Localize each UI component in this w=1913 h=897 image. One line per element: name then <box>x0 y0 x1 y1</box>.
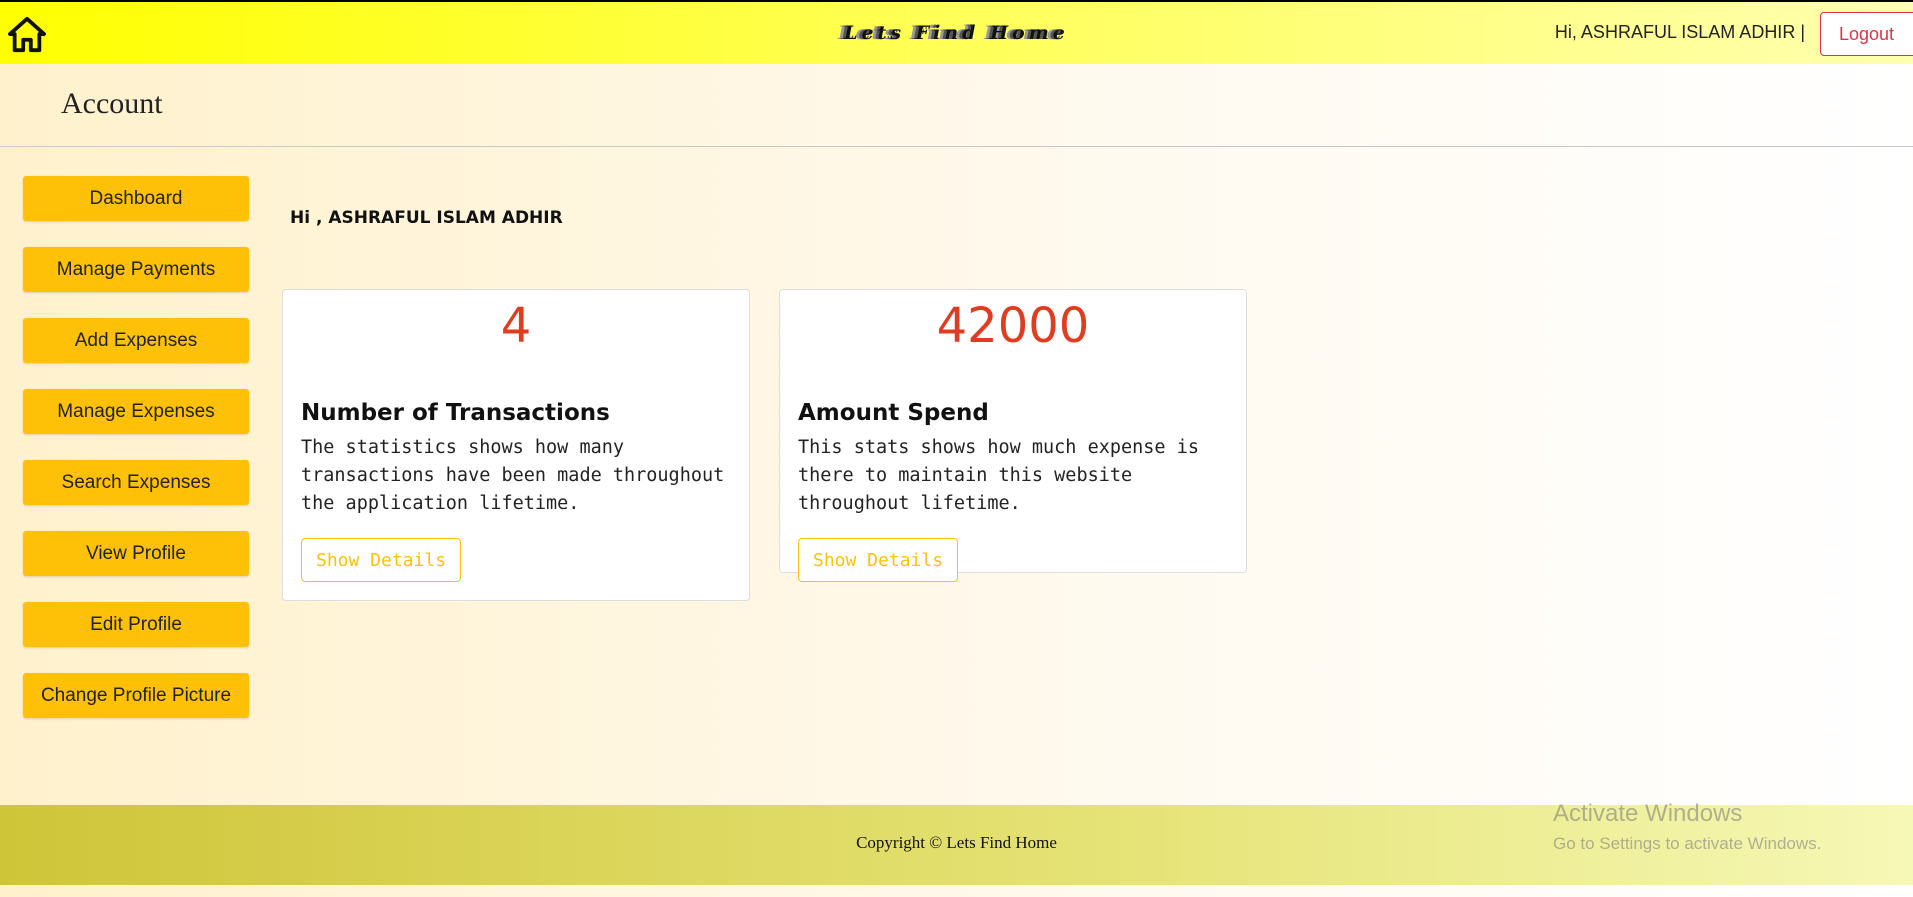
stat-description: The statistics shows how many transactio… <box>301 437 725 514</box>
sidebar-item-manage-expenses[interactable]: Manage Expenses <box>23 389 249 434</box>
home-icon[interactable] <box>8 16 46 54</box>
activate-windows-watermark: Activate Windows Go to Settings to activ… <box>1553 800 1821 854</box>
sidebar-item-manage-payments[interactable]: Manage Payments <box>23 247 249 292</box>
top-navbar: Lets Find Home Hi, ASHRAFUL ISLAM ADHIR … <box>0 0 1913 64</box>
page-title: Account <box>61 87 163 120</box>
stat-number: 4 <box>500 298 532 354</box>
sidebar-item-change-profile-picture[interactable]: Change Profile Picture <box>23 673 249 718</box>
sidebar-item-edit-profile[interactable]: Edit Profile <box>23 602 249 647</box>
stat-number: 42000 <box>936 298 1090 354</box>
user-greeting: Hi, ASHRAFUL ISLAM ADHIR | <box>1554 22 1805 42</box>
stat-title: Amount Spend <box>798 400 989 426</box>
show-details-button[interactable]: Show Details <box>798 538 959 582</box>
logout-button[interactable]: Logout <box>1820 12 1913 56</box>
account-header: Account <box>0 64 1913 147</box>
welcome-greeting: Hi , ASHRAFUL ISLAM ADHIR <box>290 208 563 228</box>
show-details-button[interactable]: Show Details <box>301 538 462 582</box>
stat-card-amount-spend: 42000 Amount Spend This stats shows how … <box>779 289 1247 582</box>
watermark-subtitle: Go to Settings to activate Windows. <box>1553 834 1822 853</box>
sidebar-item-view-profile[interactable]: View Profile <box>23 531 249 576</box>
stat-card-transactions: 4 Number of Transactions The statistics … <box>282 289 750 601</box>
watermark-title: Activate Windows <box>1553 800 1743 827</box>
sidebar-item-search-expenses[interactable]: Search Expenses <box>23 460 249 505</box>
sidebar: Dashboard Manage Payments Add Expenses M… <box>23 176 249 744</box>
stat-title: Number of Transactions <box>301 400 610 426</box>
stat-description: This stats shows how much expense is the… <box>798 437 1199 514</box>
sidebar-item-add-expenses[interactable]: Add Expenses <box>23 318 249 363</box>
sidebar-item-dashboard[interactable]: Dashboard <box>23 176 249 221</box>
